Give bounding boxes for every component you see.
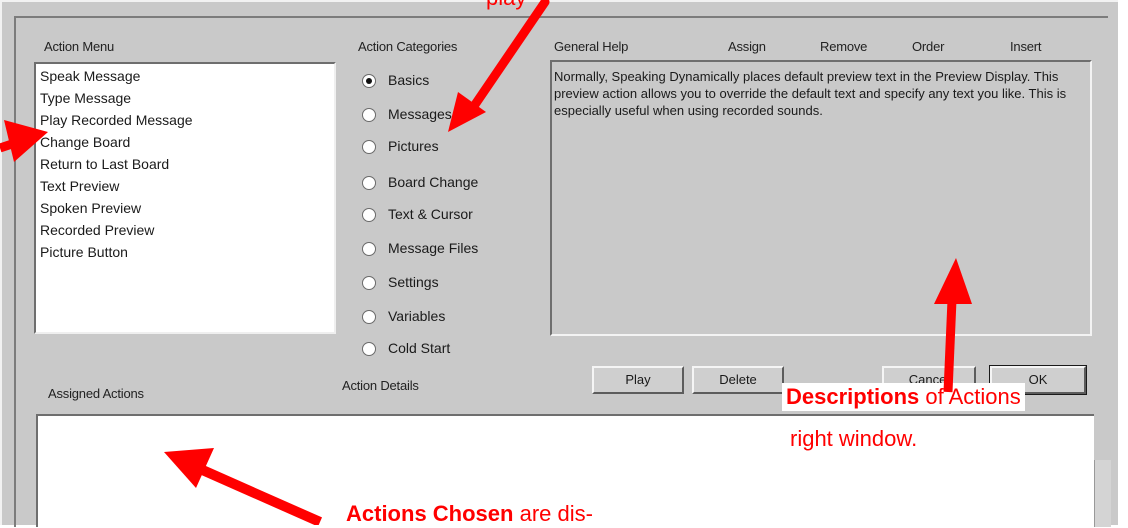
radio-button[interactable] <box>362 310 376 324</box>
category-label: Message Files <box>388 240 479 256</box>
category-label: Settings <box>388 274 439 290</box>
radio-button[interactable] <box>362 342 376 356</box>
list-item[interactable]: Change Board <box>40 134 130 150</box>
descriptions-callout-line2: right window. <box>786 425 922 453</box>
remove-tab[interactable]: Remove <box>820 39 867 54</box>
radio-button[interactable] <box>362 108 376 122</box>
insert-tab[interactable]: Insert <box>1010 39 1042 54</box>
list-item[interactable]: Text Preview <box>40 178 119 194</box>
play-button[interactable]: Play <box>592 366 684 394</box>
callout-text: are dis- <box>513 501 593 526</box>
callout-text: of Actions <box>919 384 1021 409</box>
top-fragment-callout: play <box>486 0 526 12</box>
descriptions-callout: Descriptions of Actions <box>782 383 1025 411</box>
action-menu-label: Action Menu <box>44 39 115 54</box>
category-label: Text & Cursor <box>388 206 473 222</box>
category-label: Basics <box>388 72 430 88</box>
order-tab[interactable]: Order <box>912 39 944 54</box>
vertical-scrollbar[interactable] <box>1094 460 1111 527</box>
radio-button[interactable] <box>362 276 376 290</box>
general-help-text: Normally, Speaking Dynamically places de… <box>550 60 1092 336</box>
list-item[interactable]: Type Message <box>40 90 131 106</box>
category-label: Variables <box>388 308 446 324</box>
radio-button[interactable] <box>362 176 376 190</box>
list-item[interactable]: Speak Message <box>40 68 140 84</box>
category-label: Cold Start <box>388 340 451 356</box>
delete-button[interactable]: Delete <box>692 366 784 394</box>
action-details-label: Action Details <box>342 378 419 393</box>
list-item[interactable]: Play Recorded Message <box>40 112 193 128</box>
callout-bold-text: Descriptions <box>786 384 920 409</box>
action-categories-label: Action Categories <box>358 39 458 54</box>
category-label: Board Change <box>388 174 479 190</box>
action-dialog: Action Menu Action Categories General He… <box>0 0 1118 527</box>
action-menu-list[interactable]: Speak Message Type Message Play Recorded… <box>34 62 336 334</box>
list-item[interactable]: Picture Button <box>40 244 128 260</box>
actions-chosen-callout: Actions Chosen are dis- <box>346 500 593 528</box>
category-label: Messages <box>388 106 452 122</box>
radio-button[interactable] <box>362 74 376 88</box>
radio-button[interactable] <box>362 140 376 154</box>
radio-button[interactable] <box>362 208 376 222</box>
assigned-actions-label: Assigned Actions <box>48 386 144 401</box>
list-item[interactable]: Spoken Preview <box>40 200 141 216</box>
category-label: Pictures <box>388 138 439 154</box>
list-item[interactable]: Recorded Preview <box>40 222 154 238</box>
radio-button[interactable] <box>362 242 376 256</box>
list-item[interactable]: Return to Last Board <box>40 156 169 172</box>
assign-tab[interactable]: Assign <box>728 39 766 54</box>
general-help-label: General Help <box>554 39 629 54</box>
callout-bold-text: Actions Chosen <box>346 501 514 526</box>
